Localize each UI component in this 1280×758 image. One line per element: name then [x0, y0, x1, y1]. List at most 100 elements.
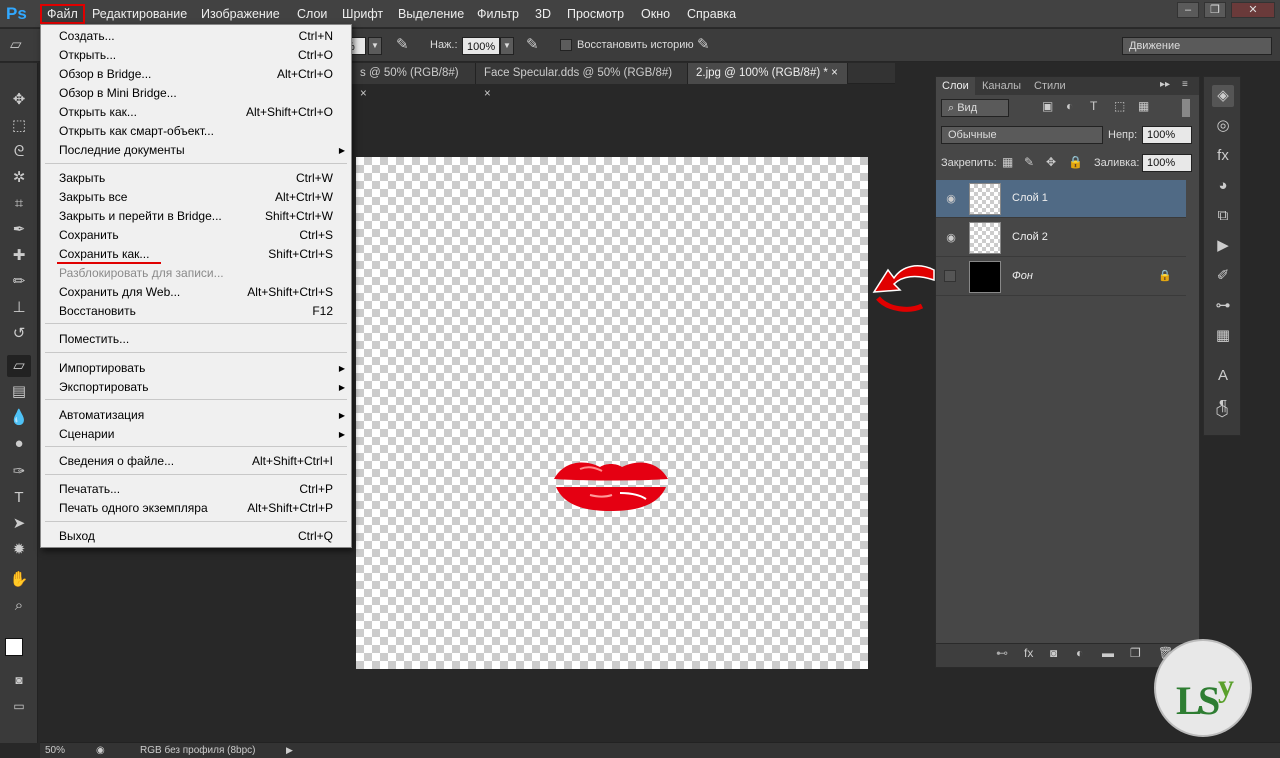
menu-image[interactable]: Изображение: [196, 4, 285, 24]
visibility-eye-icon[interactable]: ◉: [944, 192, 958, 206]
navigator-icon[interactable]: ◕: [1212, 175, 1234, 197]
pressure-dropdown-icon[interactable]: ▼: [500, 37, 514, 55]
actions-icon[interactable]: ▶: [1212, 235, 1234, 257]
gradient-tool-icon[interactable]: ▤: [7, 381, 31, 403]
history-icon[interactable]: ⧉: [1212, 205, 1234, 227]
menu-filter[interactable]: Фильтр: [472, 4, 524, 24]
filter-toggle[interactable]: [1182, 99, 1190, 117]
move-tool-icon[interactable]: ✥: [7, 89, 31, 111]
fill-input[interactable]: 100%: [1142, 154, 1192, 172]
menu-select[interactable]: Выделение: [393, 4, 469, 24]
quick-mask-icon[interactable]: ◙: [7, 669, 31, 691]
minimize-button[interactable]: –: [1177, 2, 1199, 18]
menu-item-scripts[interactable]: Сценарии ▶: [41, 425, 351, 444]
filter-type-icon[interactable]: T: [1090, 99, 1097, 113]
menu-item-close[interactable]: Закрыть Ctrl+W: [41, 169, 351, 188]
new-group-icon[interactable]: ▬: [1102, 646, 1114, 660]
fx-icon[interactable]: fx: [1024, 646, 1033, 660]
pen-tool-icon[interactable]: ✑: [7, 461, 31, 483]
blend-mode-select[interactable]: Обычные: [941, 126, 1103, 144]
link-layers-icon[interactable]: ⊷: [996, 646, 1008, 660]
new-layer-icon[interactable]: ❐: [1130, 646, 1141, 660]
tool-presets-icon[interactable]: ▦: [1212, 325, 1234, 347]
marquee-tool-icon[interactable]: ⬚: [7, 115, 31, 137]
add-mask-icon[interactable]: ◙: [1050, 646, 1057, 660]
layer-row[interactable]: ◉ Слой 2: [936, 219, 1186, 257]
status-menu-arrow-icon[interactable]: ▶: [286, 743, 293, 758]
filter-adjustment-icon[interactable]: ◐: [1066, 99, 1073, 113]
clone-source-icon[interactable]: ⊶: [1212, 295, 1234, 317]
close-icon[interactable]: ×: [831, 67, 838, 79]
new-adjustment-icon[interactable]: ◐: [1076, 646, 1083, 660]
filter-shape-icon[interactable]: ⬚: [1114, 99, 1125, 113]
brush-panel-icon[interactable]: ✐: [1212, 265, 1234, 287]
menu-type[interactable]: Шрифт: [337, 4, 388, 24]
menu-item-save-web[interactable]: Сохранить для Web... Alt+Shift+Ctrl+S: [41, 283, 351, 302]
menu-item-browse-mini-bridge[interactable]: Обзор в Mini Bridge...: [41, 84, 351, 103]
hand-tool-icon[interactable]: ✋: [7, 569, 31, 591]
menu-item-save[interactable]: Сохранить Ctrl+S: [41, 226, 351, 245]
dodge-tool-icon[interactable]: ●: [7, 433, 31, 455]
visibility-hidden-box[interactable]: [944, 270, 956, 282]
lock-paint-icon[interactable]: ✎: [1024, 155, 1034, 169]
opacity-dropdown-icon[interactable]: ▼: [368, 37, 382, 55]
menu-item-browse-bridge[interactable]: Обзор в Bridge... Alt+Ctrl+O: [41, 65, 351, 84]
lock-position-icon[interactable]: ✥: [1046, 155, 1056, 169]
eraser-preset-icon[interactable]: ▱: [10, 35, 36, 55]
menu-item-place[interactable]: Поместить...: [41, 330, 351, 349]
airbrush-opacity-icon[interactable]: ✎: [396, 35, 409, 53]
brush-tool-icon[interactable]: ✏: [7, 271, 31, 293]
workspace-selector[interactable]: Движение: [1122, 37, 1272, 55]
pressure-size-icon[interactable]: ✎: [697, 35, 710, 53]
menu-item-open-as[interactable]: Открыть как... Alt+Shift+Ctrl+O: [41, 103, 351, 122]
filter-smart-object-icon[interactable]: ▦: [1138, 99, 1149, 113]
menu-item-print-one-copy[interactable]: Печать одного экземпляра Alt+Shift+Ctrl+P: [41, 499, 351, 518]
menu-item-exit[interactable]: Выход Ctrl+Q: [41, 527, 351, 546]
menu-file[interactable]: Файл: [40, 4, 85, 24]
lock-all-icon[interactable]: 🔒: [1068, 155, 1083, 169]
eyedropper-tool-icon[interactable]: ✒: [7, 219, 31, 241]
tab-layers[interactable]: Слои: [936, 77, 975, 95]
layer-filter-select[interactable]: ⌕ Вид: [941, 99, 1009, 117]
menu-edit[interactable]: Редактирование: [87, 4, 192, 24]
menu-view[interactable]: Просмотр: [562, 4, 629, 24]
filter-pixel-icon[interactable]: ▣: [1042, 99, 1053, 113]
zoom-tool-icon[interactable]: ⌕: [7, 595, 31, 617]
stamp-tool-icon[interactable]: ⊥: [7, 297, 31, 319]
character-icon[interactable]: A: [1212, 365, 1234, 387]
menu-item-recent[interactable]: Последние документы ▶: [41, 141, 351, 160]
menu-item-import[interactable]: Импортировать ▶: [41, 359, 351, 378]
history-brush-tool-icon[interactable]: ↺: [7, 323, 31, 345]
menu-item-file-info[interactable]: Сведения о файле... Alt+Shift+Ctrl+I: [41, 452, 351, 471]
tab-styles[interactable]: Стили: [1028, 77, 1072, 95]
restore-history-checkbox[interactable]: [560, 39, 572, 51]
close-icon[interactable]: ×: [360, 88, 367, 100]
lasso-tool-icon[interactable]: ᘓ: [7, 141, 31, 163]
menu-3d[interactable]: 3D: [530, 4, 556, 24]
tab-document-2[interactable]: Face Specular.dds @ 50% (RGB/8#) ×: [476, 63, 688, 100]
airbrush-icon[interactable]: ✎: [526, 35, 539, 53]
foreground-color-swatch[interactable]: [5, 638, 23, 656]
menu-window[interactable]: Окно: [636, 4, 675, 24]
status-info-icon[interactable]: ◉: [96, 743, 105, 758]
menu-item-print[interactable]: Печатать... Ctrl+P: [41, 480, 351, 499]
adjustments-icon[interactable]: ◎: [1212, 115, 1234, 137]
menu-item-close-go-bridge[interactable]: Закрыть и перейти в Bridge... Shift+Ctrl+…: [41, 207, 351, 226]
zoom-level[interactable]: 50%: [45, 743, 65, 758]
pressure-field[interactable]: 100%: [462, 37, 500, 55]
magic-wand-tool-icon[interactable]: ✲: [7, 167, 31, 189]
crop-tool-icon[interactable]: ⌗: [7, 193, 31, 215]
screen-mode-icon[interactable]: ▭: [7, 695, 31, 717]
type-tool-icon[interactable]: T: [7, 487, 31, 509]
visibility-eye-icon[interactable]: ◉: [944, 231, 958, 245]
menu-item-close-all[interactable]: Закрыть все Alt+Ctrl+W: [41, 188, 351, 207]
3d-panel-icon[interactable]: ⬡: [1203, 392, 1241, 432]
lock-transparent-icon[interactable]: ▦: [1002, 155, 1013, 169]
menu-item-new[interactable]: Создать... Ctrl+N: [41, 27, 351, 46]
layer-row[interactable]: Фон 🔒: [936, 258, 1186, 296]
document-canvas[interactable]: [356, 157, 868, 669]
path-select-tool-icon[interactable]: ➤: [7, 513, 31, 535]
tab-document-3[interactable]: 2.jpg @ 100% (RGB/8#) * ×: [688, 63, 848, 84]
layers-panel-icon[interactable]: ◈: [1212, 85, 1234, 107]
tab-document-1[interactable]: s @ 50% (RGB/8#) ×: [352, 63, 476, 100]
